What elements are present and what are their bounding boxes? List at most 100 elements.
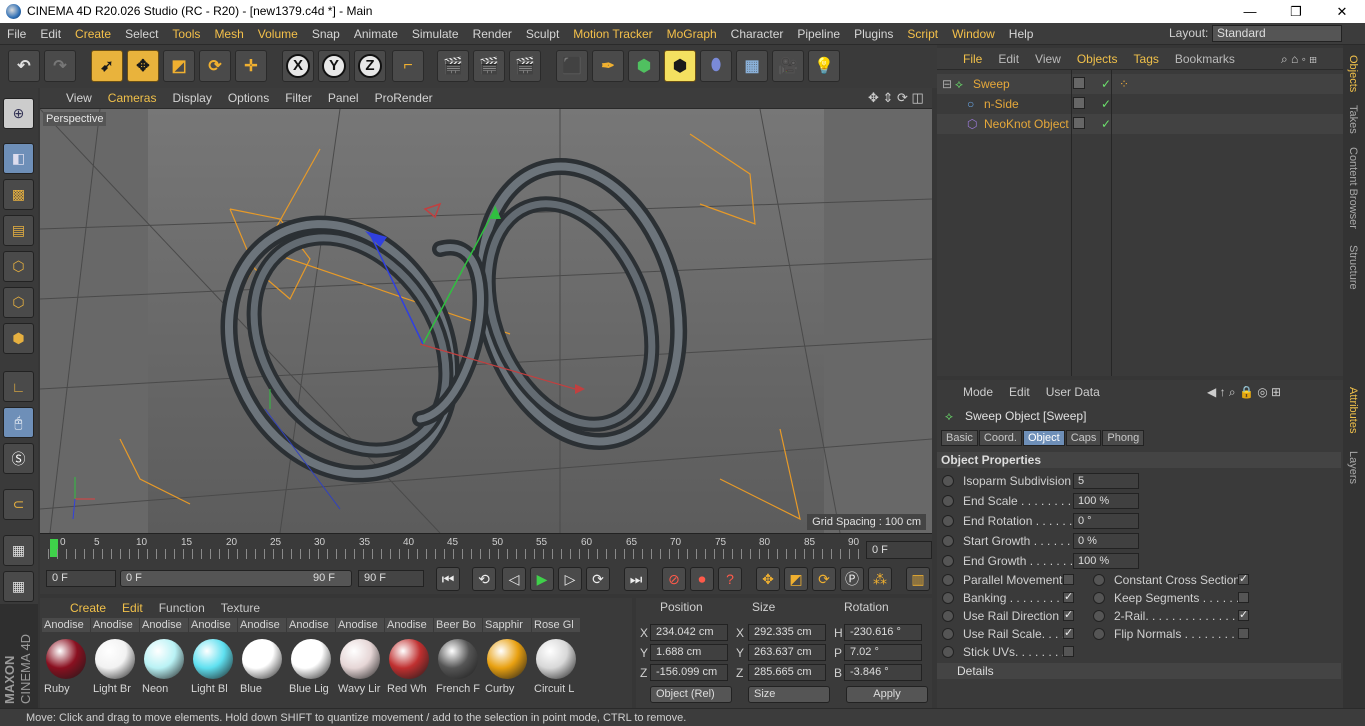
menu-snap[interactable]: Snap — [305, 23, 347, 45]
material-swatch[interactable]: Beer Bo French F — [434, 618, 482, 704]
animate-dot-icon[interactable] — [1093, 592, 1105, 604]
menu-volume[interactable]: Volume — [251, 23, 305, 45]
menu-character[interactable]: Character — [724, 23, 791, 45]
menu-file[interactable]: File — [0, 23, 33, 45]
material-swatch[interactable]: Anodise Wavy Lir — [336, 618, 384, 704]
menu-animate[interactable]: Animate — [347, 23, 405, 45]
axis-mode-icon[interactable]: ∟ — [3, 371, 34, 402]
tab-object[interactable]: Object — [1022, 430, 1065, 446]
animate-dot-icon[interactable] — [1093, 574, 1105, 586]
cloner-icon[interactable]: ⬢ — [664, 50, 696, 82]
frame-range-slider[interactable]: 0 F 90 F — [120, 570, 352, 587]
coordinate-mode-dropdown[interactable]: Object (Rel) — [650, 686, 732, 703]
goto-prev-key-icon[interactable]: ⟲ — [472, 567, 496, 591]
minimize-button[interactable]: — — [1227, 0, 1273, 23]
make-editable-icon[interactable]: ⊕ — [3, 98, 34, 129]
animate-dot-icon[interactable] — [942, 628, 954, 640]
mat-menu-texture[interactable]: Texture — [213, 598, 268, 618]
vp-menu-panel[interactable]: Panel — [320, 88, 367, 109]
obj-menu-file[interactable]: File — [955, 48, 990, 70]
obj-menu-bookmarks[interactable]: Bookmarks — [1167, 48, 1243, 70]
rotation-h-field[interactable]: -230.616 ° — [844, 624, 922, 641]
position-y-field[interactable]: 1.688 cm — [650, 644, 728, 661]
menu-help[interactable]: Help — [1002, 23, 1041, 45]
menu-render[interactable]: Render — [466, 23, 519, 45]
mat-menu-edit[interactable]: Edit — [114, 598, 151, 618]
rotate-tool-icon[interactable]: ⟳ — [199, 50, 231, 82]
tab-structure[interactable]: Structure — [1347, 245, 1359, 290]
record-keys-icon[interactable]: ⊘ — [662, 567, 686, 591]
maximize-button[interactable]: ❐ — [1273, 0, 1319, 23]
record-position-icon[interactable]: ✥ — [756, 567, 780, 591]
deformer-icon[interactable]: ⬮ — [700, 50, 732, 82]
viewport-nav-icons[interactable]: ✥ ⇕ ⟳ ◫ — [868, 90, 924, 106]
animate-dot-icon[interactable] — [942, 555, 954, 567]
attribute-value-field[interactable]: 0 % — [1073, 533, 1139, 549]
attribute-checkbox[interactable]: ✓ — [1063, 610, 1074, 621]
move-tool-icon[interactable]: ✥ — [127, 50, 159, 82]
points-mode-icon[interactable]: ⬡ — [3, 251, 34, 282]
size-x-field[interactable]: 292.335 cm — [748, 624, 826, 641]
menu-window[interactable]: Window — [945, 23, 1002, 45]
attribute-checkbox[interactable]: ✓ — [1238, 574, 1249, 585]
goto-start-icon[interactable]: ⏮ — [436, 567, 460, 591]
details-section[interactable]: Details — [937, 663, 1341, 679]
animate-dot-icon[interactable] — [942, 574, 954, 586]
rotation-b-field[interactable]: -3.846 ° — [844, 664, 922, 681]
phong-tag-icon[interactable]: ⁘ — [1119, 74, 1129, 94]
attribute-checkbox[interactable] — [1238, 628, 1249, 639]
menu-plugins[interactable]: Plugins — [847, 23, 900, 45]
object-row-neoknot[interactable]: ⬡ NeoKnot Object ✓ — [937, 114, 1343, 134]
attribute-checkbox[interactable] — [1063, 574, 1074, 585]
menu-mesh[interactable]: Mesh — [207, 23, 250, 45]
attribute-checkbox[interactable] — [1063, 646, 1074, 657]
camera-icon[interactable]: 🎥 — [772, 50, 804, 82]
vp-menu-view[interactable]: View — [58, 88, 100, 109]
object-search-icon[interactable]: ⌕ ⌂ ◦ ⊞ — [1273, 48, 1325, 70]
goto-end-icon[interactable]: ⏭ — [624, 567, 648, 591]
menu-motion-tracker[interactable]: Motion Tracker — [566, 23, 659, 45]
material-swatch[interactable]: Anodise Blue — [238, 618, 286, 704]
record-parameter-icon[interactable]: Ⓟ — [840, 567, 864, 591]
enabled-check-icon[interactable]: ✓ — [1101, 74, 1111, 94]
object-row-nside[interactable]: ○ n-Side ✓ — [937, 94, 1343, 114]
animate-dot-icon[interactable] — [942, 610, 954, 622]
obj-menu-view[interactable]: View — [1027, 48, 1069, 70]
undo-icon[interactable]: ↶ — [8, 50, 40, 82]
edit-render-settings-icon[interactable]: 🎬 — [509, 50, 541, 82]
solo-mode-icon[interactable]: Ⓢ — [3, 443, 34, 474]
enabled-check-icon[interactable]: ✓ — [1101, 114, 1111, 134]
size-y-field[interactable]: 263.637 cm — [748, 644, 826, 661]
next-frame-icon[interactable]: ▷ — [558, 567, 582, 591]
attr-menu-edit[interactable]: Edit — [1001, 382, 1038, 402]
start-frame-field[interactable]: 0 F — [46, 570, 116, 587]
record-rotation-icon[interactable]: ⟳ — [812, 567, 836, 591]
rotation-p-field[interactable]: 7.02 ° — [844, 644, 922, 661]
visibility-toggle[interactable] — [1073, 77, 1085, 89]
position-x-field[interactable]: 234.042 cm — [650, 624, 728, 641]
end-frame-field[interactable]: 90 F — [358, 570, 424, 587]
tweak-mode-icon[interactable]: 🖰 — [3, 407, 34, 438]
transform-tool-icon[interactable]: ✛ — [235, 50, 267, 82]
tab-content-browser[interactable]: Content Browser — [1347, 147, 1359, 229]
menu-simulate[interactable]: Simulate — [405, 23, 466, 45]
vp-menu-options[interactable]: Options — [220, 88, 277, 109]
timeline-window-icon[interactable]: ▥ — [906, 567, 930, 591]
animate-dot-icon[interactable] — [942, 515, 954, 527]
tab-takes[interactable]: Takes — [1347, 105, 1359, 134]
material-swatch[interactable]: Anodise Light Br — [91, 618, 139, 704]
attribute-value-field[interactable]: 0 ° — [1073, 513, 1139, 529]
tab-phong[interactable]: Phong — [1102, 430, 1145, 446]
attribute-checkbox[interactable] — [1238, 592, 1249, 603]
model-mode-icon[interactable]: ◧ — [3, 143, 34, 174]
material-swatch[interactable]: Anodise Blue Lig — [287, 618, 335, 704]
animate-dot-icon[interactable] — [942, 475, 954, 487]
y-axis-lock-button[interactable]: Y — [318, 50, 350, 82]
menu-select[interactable]: Select — [118, 23, 165, 45]
menu-tools[interactable]: Tools — [165, 23, 207, 45]
edges-mode-icon[interactable]: ⬡ — [3, 287, 34, 318]
vp-menu-display[interactable]: Display — [164, 88, 219, 109]
subdivision-surface-icon[interactable]: ⬢ — [628, 50, 660, 82]
polygons-mode-icon[interactable]: ⬢ — [3, 323, 34, 354]
workplane-mode-icon[interactable]: ▤ — [3, 215, 34, 246]
